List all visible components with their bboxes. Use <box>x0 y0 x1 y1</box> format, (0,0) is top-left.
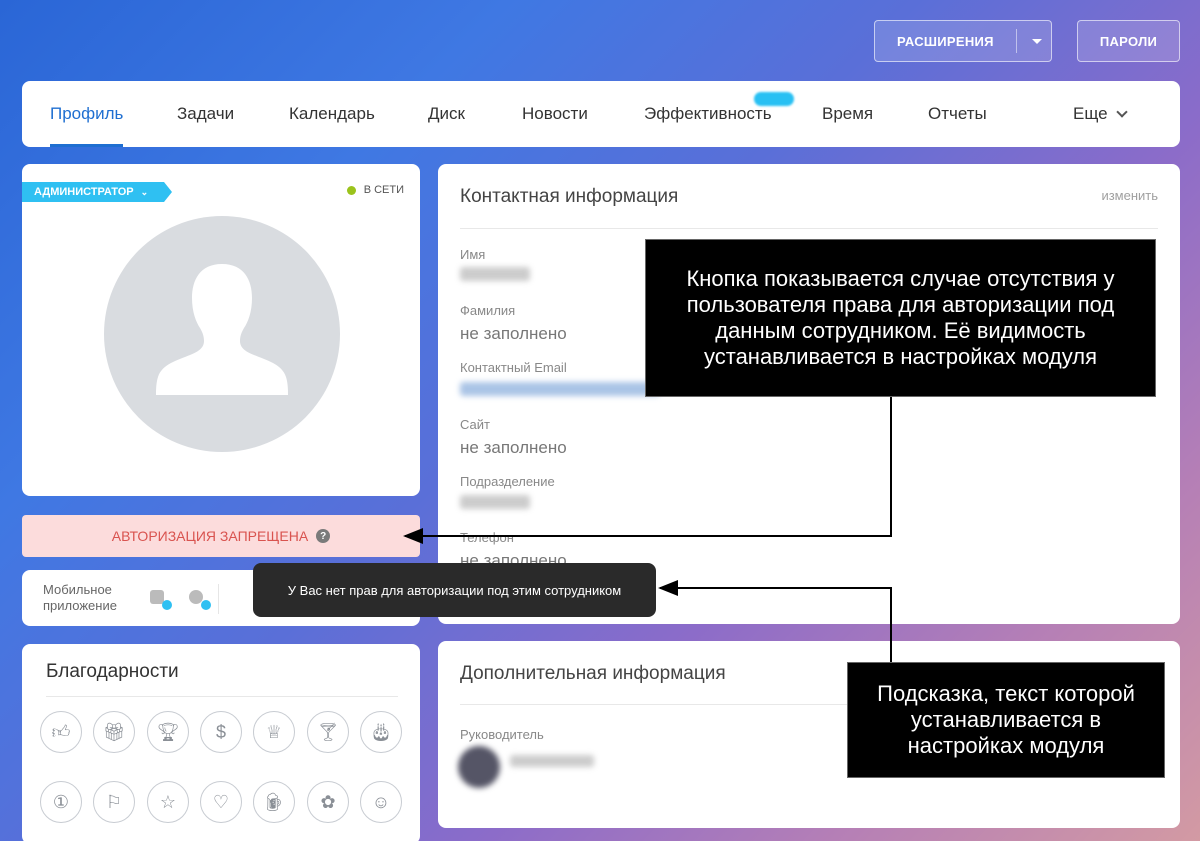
field-label: Подразделение <box>460 474 555 489</box>
online-status: В СЕТИ <box>346 184 404 196</box>
manager-avatar[interactable] <box>458 746 500 788</box>
gift-icon[interactable]: 🎁︎ <box>93 711 135 753</box>
money-bag-icon[interactable]: $ <box>200 711 242 753</box>
edit-link[interactable]: изменить <box>1101 188 1158 203</box>
chevron-down-icon[interactable] <box>1031 38 1042 44</box>
tab-more-label: Еще <box>1073 104 1108 123</box>
flower-icon[interactable]: ✿ <box>307 781 349 823</box>
manager-label: Руководитель <box>460 727 544 742</box>
callout-tooltip-note: Подсказка, текст которой устанавливается… <box>847 662 1165 778</box>
number-one-icon[interactable]: ① <box>40 781 82 823</box>
heart-icon[interactable]: ♡ <box>200 781 242 823</box>
field-label: Имя <box>460 247 486 262</box>
tab-calendar[interactable]: Календарь <box>289 81 375 147</box>
download-icon <box>201 600 211 610</box>
field-value: не заполнено <box>460 324 567 343</box>
thumbs-up-icon[interactable]: 👍︎ <box>40 711 82 753</box>
profile-nav: Профиль Задачи Календарь Диск Новости Эф… <box>22 81 1180 147</box>
chevron-down-icon <box>1115 106 1128 118</box>
field-label: Телефон <box>460 530 514 545</box>
tab-tasks[interactable]: Задачи <box>177 81 234 147</box>
mobile-app-label: Мобильное приложение <box>43 582 117 613</box>
trophy-icon[interactable]: 🏆︎ <box>147 711 189 753</box>
field-label: Контактный Email <box>460 360 567 375</box>
extra-title: Дополнительная информация <box>460 663 726 684</box>
field-label: Сайт <box>460 417 490 432</box>
avatar[interactable] <box>104 216 340 452</box>
star-icon[interactable]: ☆ <box>147 781 189 823</box>
callout-button-note: Кнопка показывается случае отсутствия у … <box>645 239 1156 397</box>
field-label: Фамилия <box>460 303 516 318</box>
tab-efficiency[interactable]: Эффективность <box>644 81 772 147</box>
flag-icon[interactable]: ⚐ <box>93 781 135 823</box>
field-value: не заполнено <box>460 438 567 457</box>
user-silhouette-icon <box>156 264 288 395</box>
thanks-card: Благодарности 👍︎ 🎁︎ 🏆︎ $ ♕ 🍸︎ 🎂︎ ① ⚐ ☆ ♡… <box>22 644 420 841</box>
cake-icon[interactable]: 🎂︎ <box>360 711 402 753</box>
help-icon[interactable]: ? <box>316 529 331 543</box>
role-badge-label: АДМИНИСТРАТОР <box>34 186 134 198</box>
button-divider <box>1015 29 1017 53</box>
extensions-label: РАСШИРЕНИЯ <box>897 33 994 49</box>
field-value-blurred <box>460 267 530 281</box>
cocktail-icon[interactable]: 🍸︎ <box>307 711 349 753</box>
contact-title: Контактная информация <box>460 186 679 207</box>
tab-disk[interactable]: Диск <box>428 81 465 147</box>
online-dot-icon <box>346 185 356 195</box>
download-icon <box>162 600 172 610</box>
manager-name-blurred[interactable] <box>510 755 594 767</box>
tab-reports[interactable]: Отчеты <box>928 81 987 147</box>
portal-logo[interactable] <box>28 30 34 56</box>
extensions-button[interactable]: РАСШИРЕНИЯ <box>874 20 1052 62</box>
chevron-down-icon: ⌄ <box>140 187 149 197</box>
auth-denied-label: АВТОРИЗАЦИЯ ЗАПРЕЩЕНА <box>111 528 309 544</box>
tab-news[interactable]: Новости <box>522 81 588 147</box>
auth-tooltip: У Вас нет прав для авторизации под этим … <box>253 563 656 617</box>
email-link[interactable] <box>460 382 660 396</box>
crown-icon[interactable]: ♕ <box>253 711 295 753</box>
auth-denied-button[interactable]: АВТОРИЗАЦИЯ ЗАПРЕЩЕНА ? <box>22 515 420 557</box>
divider <box>460 228 1158 229</box>
passwords-button[interactable]: ПАРОЛИ <box>1077 20 1180 62</box>
tab-time[interactable]: Время <box>822 81 873 147</box>
divider <box>218 584 219 614</box>
beer-icon[interactable]: 🍺︎ <box>253 781 295 823</box>
smile-icon[interactable]: ☺ <box>360 781 402 823</box>
thanks-title: Благодарности <box>46 661 179 682</box>
new-badge <box>754 92 794 106</box>
role-badge[interactable]: АДМИНИСТРАТОР ⌄ <box>22 182 173 202</box>
tab-more[interactable]: Еще <box>1073 81 1128 147</box>
tab-profile[interactable]: Профиль <box>50 81 124 147</box>
field-value-blurred <box>460 495 530 509</box>
profile-card: АДМИНИСТРАТОР ⌄ В СЕТИ <box>22 164 420 496</box>
online-status-label: В СЕТИ <box>363 184 404 196</box>
divider <box>46 696 398 697</box>
